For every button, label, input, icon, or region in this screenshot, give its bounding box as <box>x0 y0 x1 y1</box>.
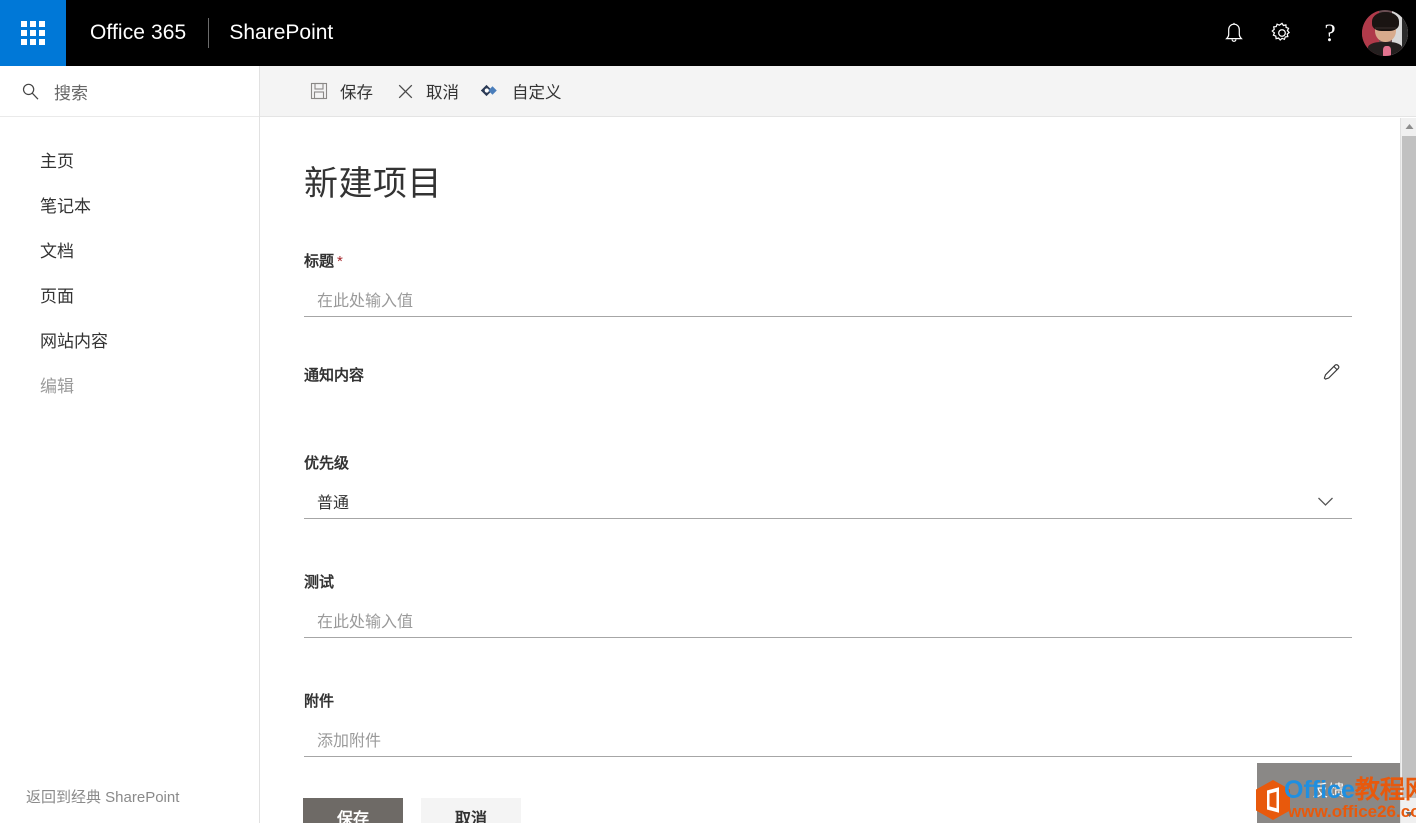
bell-icon <box>1223 21 1245 45</box>
left-navigation: 搜索 主页 笔记本 文档 页面 网站内容 编辑 返回到经典 SharePoint <box>0 66 260 823</box>
sharepoint-app-link[interactable]: SharePoint <box>209 0 353 66</box>
search-icon <box>19 80 41 102</box>
attachments-input[interactable]: 添加附件 <box>304 722 1352 757</box>
cancel-command-button[interactable]: 取消 <box>384 71 470 111</box>
user-account-button[interactable] <box>1354 0 1416 66</box>
customize-diamonds-icon <box>481 81 501 101</box>
save-command-label: 保存 <box>340 84 373 102</box>
settings-button[interactable] <box>1258 0 1306 66</box>
close-x-icon <box>395 81 415 101</box>
save-floppy-icon <box>309 81 329 101</box>
nav-list: 主页 笔记本 文档 页面 网站内容 编辑 <box>0 117 259 407</box>
sidebar-item-edit[interactable]: 编辑 <box>0 362 259 407</box>
page-title: 新建项目 <box>304 165 442 203</box>
gear-icon <box>1270 21 1294 45</box>
search-placeholder: 搜索 <box>54 83 88 103</box>
avatar <box>1362 10 1408 56</box>
customize-command-button[interactable]: 自定义 <box>470 71 573 111</box>
field-title: 标题 * 在此处输入值 <box>304 250 1352 317</box>
title-input-placeholder: 在此处输入值 <box>317 293 414 310</box>
test-input[interactable]: 在此处输入值 <box>304 603 1352 638</box>
app-launcher-button[interactable] <box>0 0 66 66</box>
required-asterisk: * <box>337 253 343 270</box>
field-title-label: 标题 * <box>304 253 343 270</box>
save-button[interactable]: 保存 <box>303 798 403 823</box>
sidebar-item-notebook[interactable]: 笔记本 <box>0 182 259 227</box>
title-input[interactable]: 在此处输入值 <box>304 282 1352 317</box>
cancel-command-label: 取消 <box>426 84 459 102</box>
sidebar-item-site-contents[interactable]: 网站内容 <box>0 317 259 362</box>
feedback-tab-button[interactable]: 反馈 <box>1257 763 1400 823</box>
field-test-label: 测试 <box>304 574 335 591</box>
attachments-input-placeholder: 添加附件 <box>317 733 382 750</box>
sidebar-item-pages[interactable]: 页面 <box>0 272 259 317</box>
priority-dropdown[interactable]: 普通 <box>304 484 1352 519</box>
field-priority-label: 优先级 <box>304 455 350 472</box>
form-actions: 保存 取消 <box>303 798 1400 823</box>
cancel-button[interactable]: 取消 <box>421 798 521 823</box>
command-bar: 保存 取消 自定义 <box>260 66 1416 117</box>
notifications-button[interactable] <box>1210 0 1258 66</box>
notice-body-input[interactable] <box>304 396 1352 430</box>
waffle-grid-icon <box>21 21 45 45</box>
suite-bar: Office 365 SharePoint ? <box>0 0 1416 66</box>
form-content-area: 新建项目 标题 * 在此处输入值 通知内容 优先级 普通 测试 在此处输入值 附… <box>261 118 1400 823</box>
return-to-classic-sharepoint-link[interactable]: 返回到经典 SharePoint <box>0 786 259 807</box>
field-attachments-label: 附件 <box>304 693 335 710</box>
scroll-up-arrow-icon[interactable] <box>1401 118 1416 135</box>
priority-selected-value: 普通 <box>317 495 350 512</box>
field-attachments: 附件 添加附件 <box>304 690 1352 757</box>
notice-body-edit-button[interactable] <box>1316 360 1346 390</box>
sidebar-item-home[interactable]: 主页 <box>0 137 259 182</box>
scrollbar-thumb[interactable] <box>1402 136 1416 798</box>
office365-brand-link[interactable]: Office 365 <box>66 0 208 66</box>
test-input-placeholder: 在此处输入值 <box>317 614 414 631</box>
help-button[interactable]: ? <box>1306 0 1354 66</box>
scroll-down-arrow-icon[interactable] <box>1401 806 1416 823</box>
sidebar-item-documents[interactable]: 文档 <box>0 227 259 272</box>
field-notice-body-label: 通知内容 <box>304 367 365 384</box>
field-priority: 优先级 普通 <box>304 452 1352 519</box>
pencil-edit-icon <box>1321 362 1342 388</box>
search-input[interactable]: 搜索 <box>0 66 259 117</box>
field-test: 测试 在此处输入值 <box>304 571 1352 638</box>
vertical-scrollbar[interactable] <box>1400 118 1416 823</box>
question-mark-icon: ? <box>1324 19 1336 47</box>
customize-command-label: 自定义 <box>512 84 562 102</box>
chevron-down-icon <box>1317 496 1334 507</box>
field-notice-body: 通知内容 <box>304 364 1352 430</box>
save-command-button[interactable]: 保存 <box>298 71 384 111</box>
